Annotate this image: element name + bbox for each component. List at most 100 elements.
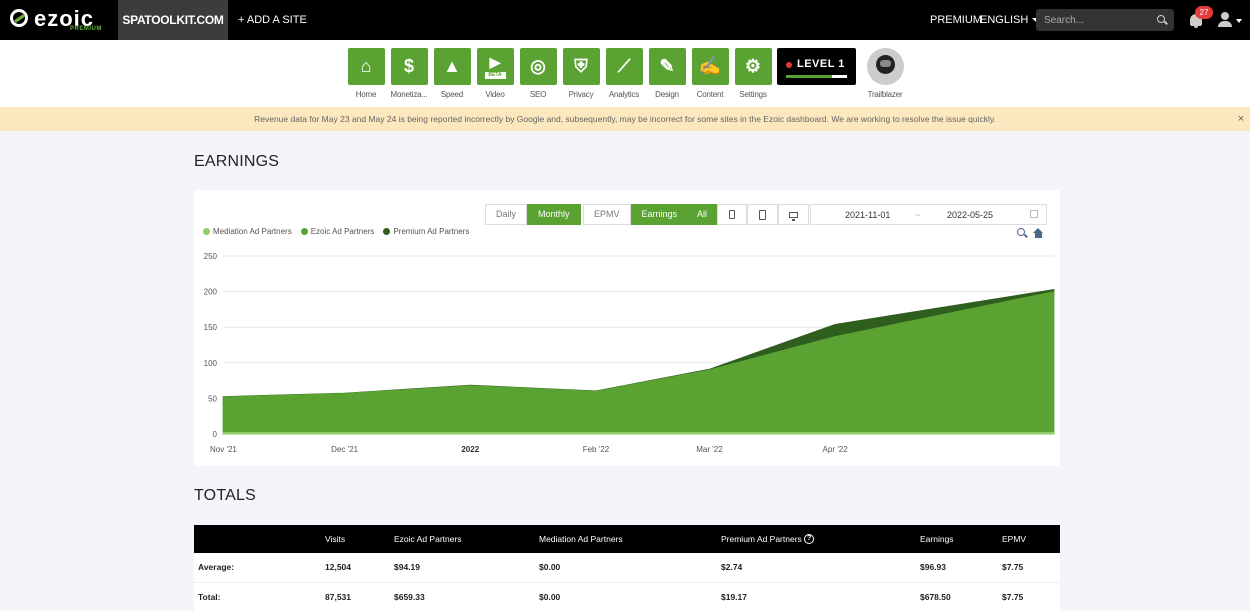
dollar-icon: $ — [403, 56, 414, 76]
nav-home[interactable]: ⌂ Home — [346, 48, 386, 99]
seo-tile: ◎ — [519, 48, 557, 85]
nav-design[interactable]: ✎ Design — [647, 48, 687, 99]
language-dropdown[interactable]: ENGLISH — [980, 0, 1041, 40]
cell-ezoic: $659.33 — [390, 582, 535, 611]
nav-monetization[interactable]: $ Monetiza... — [389, 48, 429, 99]
nav-analytics[interactable]: ⟋ Analytics — [604, 48, 644, 99]
epmv-button[interactable]: EPMV — [583, 204, 631, 225]
col-header-mediation: Mediation Ad Partners — [535, 525, 717, 553]
calendar-icon — [1030, 210, 1038, 218]
date-from: 2021-11-01 — [845, 210, 891, 220]
notification-badge: 27 — [1195, 6, 1213, 19]
level-text: LEVEL 1 — [797, 58, 845, 70]
nav-speed[interactable]: ▲ Speed — [432, 48, 472, 99]
x-tick-label: Apr '22 — [823, 445, 849, 454]
date-to: 2022-05-25 — [947, 210, 994, 220]
settings-tile: ⚙ — [734, 48, 772, 85]
mobile-icon — [729, 210, 736, 220]
y-tick-label: 100 — [204, 359, 218, 368]
level-progress-bar — [786, 75, 847, 78]
nav-content[interactable]: ✍ Content — [690, 48, 730, 99]
rocket-icon: ▲ — [443, 56, 461, 76]
nav-label: Privacy — [568, 90, 594, 99]
col-header-ezoic: Ezoic Ad Partners — [390, 525, 535, 553]
cell-premium: $2.74 — [717, 553, 916, 583]
y-tick-label: 250 — [204, 252, 218, 261]
legend-label: Ezoic Ad Partners — [310, 227, 375, 236]
trailblazer[interactable]: Trailblazer — [865, 48, 905, 99]
reset-zoom-home-icon[interactable] — [1033, 228, 1044, 238]
notice-banner: Revenue data for May 23 and May 24 is be… — [0, 107, 1250, 131]
beta-badge: BETA — [484, 72, 506, 79]
row-label: Total: — [194, 582, 321, 611]
x-tick-label: Mar '22 — [696, 445, 723, 454]
y-tick-label: 200 — [204, 288, 218, 297]
site-tab[interactable]: SPATOOLKIT.COM — [118, 0, 228, 40]
y-tick-label: 150 — [204, 323, 218, 332]
home-tile: ⌂ — [347, 48, 385, 85]
monthly-button[interactable]: Monthly — [527, 204, 581, 225]
row-label: Average: — [194, 553, 321, 583]
x-tick-label: Nov '21 — [210, 445, 237, 454]
close-icon[interactable]: × — [1236, 107, 1246, 131]
video-tile: ▶ BETA — [476, 48, 514, 85]
legend-item[interactable]: Ezoic Ad Partners — [300, 227, 375, 236]
content-tile: ✍ — [691, 48, 729, 85]
col-header-label — [194, 525, 321, 553]
nav-label: Video — [485, 90, 505, 99]
line-chart-icon: ⟋ — [617, 56, 631, 76]
legend-dot-icon — [300, 228, 308, 235]
search-input[interactable] — [1036, 9, 1174, 31]
nav-label: Content — [696, 90, 724, 99]
home-icon: ⌂ — [360, 56, 372, 76]
help-icon[interactable]: ? — [804, 534, 815, 545]
cell-mediation: $0.00 — [535, 553, 717, 583]
all-devices-button[interactable]: All — [687, 204, 718, 225]
design-icon: ✎ — [659, 56, 675, 76]
mobile-button[interactable] — [717, 204, 748, 225]
level-record-icon — [786, 62, 792, 68]
nav-label: Settings — [739, 90, 767, 99]
cell-visits: 12,504 — [321, 553, 390, 583]
date-range-picker[interactable]: 2021-11-01 ~ 2022-05-25 — [810, 204, 1047, 225]
zoom-icon[interactable] — [1017, 228, 1025, 236]
col-header-earnings: Earnings — [916, 525, 998, 553]
nav-label: Monetiza... — [390, 90, 428, 99]
add-site-link[interactable]: + ADD A SITE — [238, 0, 307, 40]
nav-privacy[interactable]: ⛨ Privacy — [561, 48, 601, 99]
desktop-icon — [789, 211, 799, 221]
earnings-chart: 0 50 100 150 200 250 Nov '21 Dec '21 2022 Feb '22… — [204, 252, 1055, 454]
privacy-tile: ⛨ — [562, 48, 600, 85]
legend-item[interactable]: Mediation Ad Partners — [203, 227, 292, 236]
gear-icon: ⚙ — [744, 56, 762, 76]
tablet-button[interactable] — [747, 204, 779, 225]
earnings-button[interactable]: Earnings — [630, 204, 689, 225]
trailblazer-label: Trailblazer — [867, 90, 903, 99]
content-icon: ✍ — [698, 56, 722, 76]
top-bar: ezoic PREMIUM SPATOOLKIT.COM + ADD A SIT… — [0, 0, 1250, 40]
nav-label: Home — [355, 90, 377, 99]
cell-ezoic: $94.19 — [390, 553, 535, 583]
cell-epmv: $7.75 — [998, 582, 1060, 611]
user-menu-chevron-icon[interactable] — [1236, 19, 1242, 23]
premium-link[interactable]: PREMIUM — [930, 0, 982, 40]
user-icon[interactable] — [1218, 12, 1232, 28]
tablet-icon — [759, 209, 767, 220]
nav-seo[interactable]: ◎ SEO — [518, 48, 558, 99]
legend-dot-icon — [383, 228, 391, 235]
premium-header-label: Premium Ad Partners — [721, 533, 802, 544]
nav-video[interactable]: ▶ BETA Video — [475, 48, 515, 99]
language-label: ENGLISH — [980, 14, 1029, 26]
legend-item[interactable]: Premium Ad Partners — [383, 227, 469, 236]
level-badge[interactable]: LEVEL 1 — [777, 48, 856, 85]
cell-mediation: $0.00 — [535, 582, 717, 611]
metric-toggle: EPMV Earnings — [583, 204, 689, 225]
daily-button[interactable]: Daily — [485, 204, 528, 225]
ezoic-logo[interactable]: ezoic PREMIUM — [10, 6, 110, 35]
nav-settings[interactable]: ⚙ Settings — [733, 48, 773, 99]
ezoic-logo-icon — [10, 9, 28, 27]
table-row: Total: 87,531 $659.33 $0.00 $19.17 $678.… — [194, 582, 1060, 611]
desktop-button[interactable] — [778, 204, 810, 225]
search-icon[interactable] — [1157, 15, 1165, 23]
table-header-row: Visits Ezoic Ad Partners Mediation Ad Pa… — [194, 525, 1060, 553]
